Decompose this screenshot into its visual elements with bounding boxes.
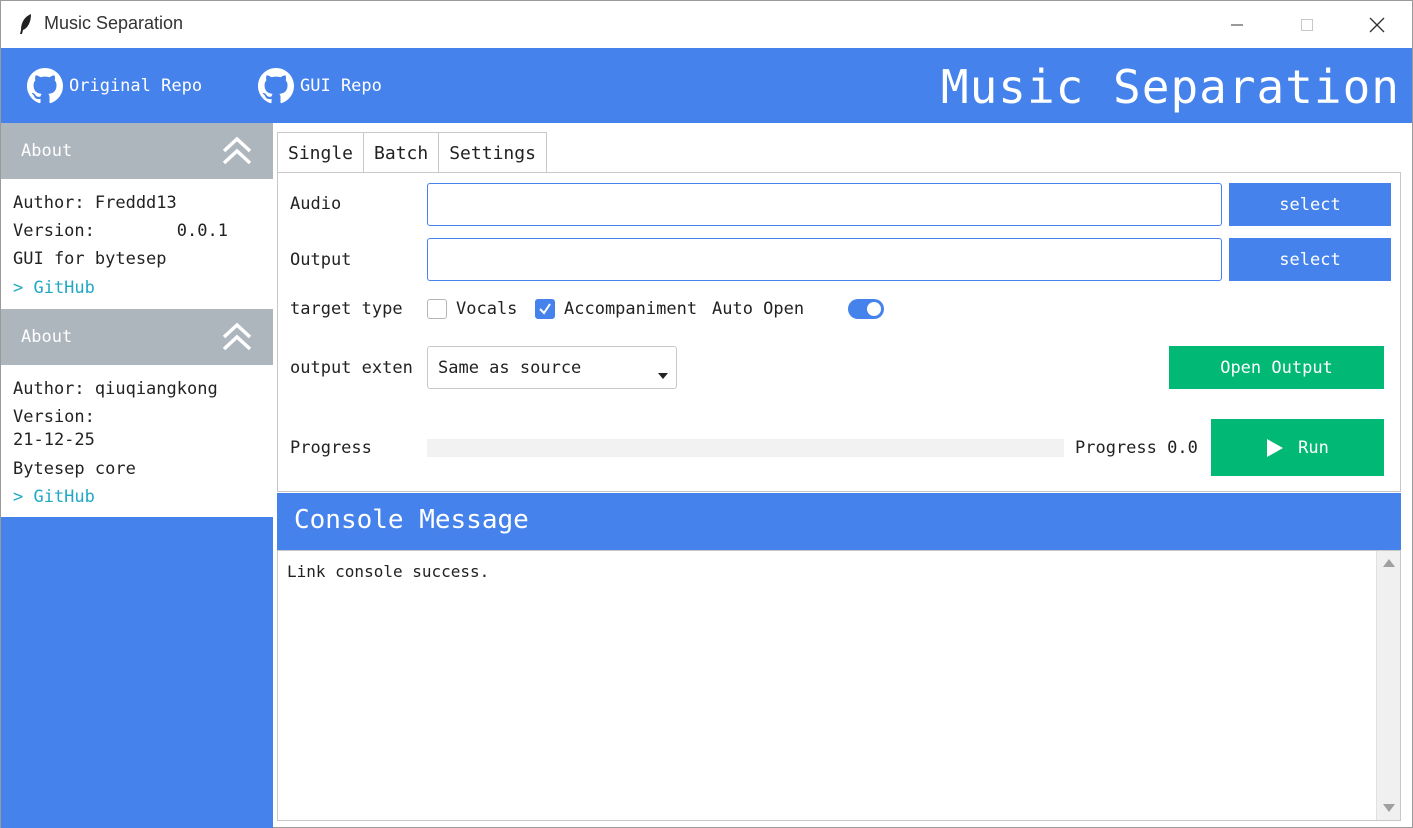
github-link[interactable]: > GitHub: [13, 487, 95, 507]
console-scrollbar[interactable]: [1376, 551, 1400, 820]
about-section-body-1: Author: Freddd13 Version: 0.0.1 GUI for …: [1, 179, 273, 309]
author-text: Author: Freddd13: [13, 193, 177, 213]
minimize-button[interactable]: [1202, 1, 1272, 48]
version-text: Version: 0.0.1: [13, 221, 228, 241]
target-type-label: target type: [290, 299, 403, 319]
gui-repo-label: GUI Repo: [300, 76, 382, 96]
output-input[interactable]: [427, 238, 1222, 281]
output-exten-select[interactable]: Same as source: [427, 346, 677, 389]
open-output-button[interactable]: Open Output: [1169, 346, 1384, 389]
minimize-icon: [1231, 24, 1243, 25]
tab-settings[interactable]: Settings: [438, 132, 547, 173]
console-output[interactable]: Link console success.: [277, 550, 1401, 821]
about-section-body-2: Author: qiuqiangkong Version: 21-12-25 B…: [1, 365, 273, 517]
auto-open-toggle[interactable]: [848, 299, 884, 319]
auto-open-label: Auto Open: [712, 299, 805, 319]
close-icon: [1369, 17, 1385, 32]
audio-select-button[interactable]: select: [1229, 183, 1391, 226]
check-icon: [539, 303, 551, 315]
scroll-up-arrow-icon[interactable]: [1383, 559, 1395, 567]
chevron-double-up-icon[interactable]: [221, 321, 253, 353]
maximize-icon: [1301, 18, 1313, 31]
window-title: Music Separation: [44, 13, 184, 33]
tab-single[interactable]: Single: [277, 132, 365, 174]
caret-down-icon: [658, 373, 668, 379]
vocals-label: Vocals: [456, 299, 518, 319]
vocals-checkbox[interactable]: [427, 299, 447, 319]
audio-input[interactable]: [427, 183, 1222, 226]
original-repo-link[interactable]: Original Repo: [27, 68, 202, 104]
sidebar: About Author: Freddd13 Version: 0.0.1 GU…: [1, 123, 273, 828]
single-tab-panel: Audio select Output select target type V…: [277, 172, 1401, 492]
console-title: Console Message: [294, 505, 529, 535]
maximize-button[interactable]: [1272, 1, 1342, 48]
console-message: Link console success.: [287, 562, 490, 581]
close-button[interactable]: [1342, 1, 1412, 48]
github-link[interactable]: > GitHub: [13, 278, 95, 298]
app-window: Music Separation Original Repo GUI Repo …: [0, 0, 1413, 828]
progress-label: Progress: [290, 438, 372, 458]
progress-bar: [427, 439, 1064, 457]
run-button[interactable]: Run: [1211, 419, 1384, 476]
output-exten-label: output exten: [290, 358, 413, 378]
about-section-title: About: [21, 141, 73, 161]
author-text: Author: qiuqiangkong: [13, 379, 218, 399]
scroll-down-arrow-icon[interactable]: [1383, 804, 1395, 812]
github-icon: [258, 68, 294, 104]
title-bar: Music Separation: [1, 1, 1412, 48]
output-exten-value: Same as source: [438, 358, 582, 378]
about-section-title: About: [21, 327, 73, 347]
about-section-header-1[interactable]: About: [1, 123, 273, 179]
gui-repo-link[interactable]: GUI Repo: [258, 68, 382, 104]
accompaniment-label: Accompaniment: [564, 299, 698, 319]
feather-icon: [20, 14, 31, 34]
version-text: Version:: [13, 407, 95, 427]
original-repo-label: Original Repo: [69, 76, 203, 96]
output-select-button[interactable]: select: [1229, 238, 1391, 281]
version-date-text: 21-12-25: [13, 430, 95, 450]
console-header: Console Message: [277, 493, 1401, 550]
github-icon: [27, 68, 63, 104]
about-section-header-2[interactable]: About: [1, 309, 273, 365]
description-text: GUI for bytesep: [13, 249, 167, 269]
progress-text: Progress 0.0: [1075, 438, 1198, 458]
accompaniment-checkbox[interactable]: [535, 299, 555, 319]
tab-bar: Single Batch Settings: [277, 132, 547, 174]
run-label: Run: [1298, 437, 1329, 458]
header-bar: Original Repo GUI Repo Music Separation: [1, 48, 1412, 123]
tab-batch[interactable]: Batch: [363, 132, 440, 173]
description-text: Bytesep core: [13, 459, 136, 479]
play-icon: [1267, 438, 1284, 457]
chevron-double-up-icon[interactable]: [221, 135, 253, 167]
app-heading: Music Separation: [940, 60, 1400, 114]
audio-label: Audio: [290, 194, 342, 214]
toggle-knob: [867, 302, 881, 316]
output-label: Output: [290, 250, 352, 270]
